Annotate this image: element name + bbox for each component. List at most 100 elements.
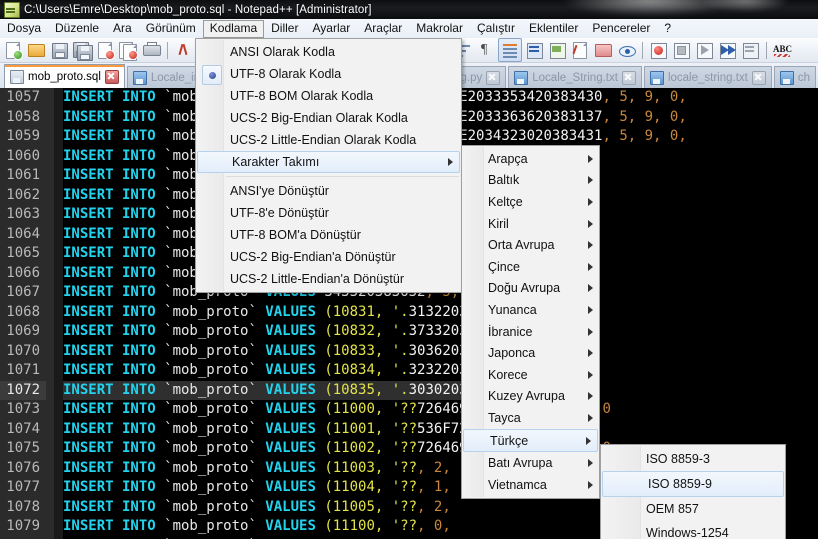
menu-pencereler[interactable]: Pencereler bbox=[585, 20, 657, 38]
menu-item-bati-avrupa[interactable]: Batı Avrupa bbox=[462, 452, 599, 474]
close-icon[interactable] bbox=[621, 70, 636, 85]
menu-item-convert-ucs2-be[interactable]: UCS-2 Big-Endian'a Dönüştür bbox=[196, 246, 461, 268]
code-text: INSERT INTO `mob_proto` VALUES (11005, '… bbox=[63, 498, 451, 515]
doc-map-icon[interactable] bbox=[546, 39, 568, 61]
spell-check-icon[interactable]: ABC bbox=[771, 39, 793, 61]
chevron-right-icon bbox=[588, 459, 593, 468]
turkish-charset-submenu[interactable]: ISO 8859-3 ISO 8859-9 OEM 857 Windows-12… bbox=[600, 444, 786, 539]
save-macro-icon[interactable] bbox=[739, 39, 761, 61]
line-number: 1073 bbox=[6, 401, 40, 417]
close-all-icon[interactable] bbox=[117, 39, 139, 61]
line-number: 1070 bbox=[6, 342, 40, 359]
menu-item-baltik[interactable]: Baltık bbox=[462, 170, 599, 192]
show-all-chars-icon[interactable]: ¶ bbox=[475, 39, 497, 61]
code-line: 1071 INSERT INTO `mob_proto` VALUES (1083… bbox=[0, 361, 818, 381]
chevron-right-icon bbox=[588, 480, 593, 489]
code-line: 1074 INSERT INTO `mob_proto` VALUES (1100… bbox=[0, 420, 818, 440]
menu-gorunum[interactable]: Görünüm bbox=[139, 20, 203, 38]
menu-ayarlar[interactable]: Ayarlar bbox=[305, 20, 357, 38]
open-file-icon[interactable] bbox=[25, 39, 47, 61]
close-icon[interactable] bbox=[104, 69, 119, 84]
menu-item-label: Vietnamca bbox=[488, 477, 547, 492]
menu-eklentiler[interactable]: Eklentiler bbox=[522, 20, 585, 38]
menu-item-label: Kiril bbox=[488, 216, 509, 231]
fast-playback-icon[interactable] bbox=[716, 39, 738, 61]
menu-item-turkce[interactable]: Türkçe bbox=[463, 428, 598, 453]
menu-item-iso-8859-9[interactable]: ISO 8859-9 bbox=[602, 471, 784, 497]
menu-item-yunanca[interactable]: Yunanca bbox=[462, 299, 599, 321]
menu-calistir[interactable]: Çalıştır bbox=[470, 20, 522, 38]
chevron-right-icon bbox=[588, 349, 593, 358]
menu-item-label: Türkçe bbox=[490, 433, 529, 448]
menu-item-encode-ucs2-be[interactable]: UCS-2 Big-Endian Olarak Kodla bbox=[196, 107, 461, 129]
notepad-plus-plus-window: C:\Users\Emre\Desktop\mob_proto.sql - No… bbox=[0, 0, 818, 539]
menu-item-convert-ucs2-le[interactable]: UCS-2 Little-Endian'a Dönüştür bbox=[196, 268, 461, 290]
menu-item-encode-utf8-bom[interactable]: UTF-8 BOM Olarak Kodla bbox=[196, 85, 461, 107]
line-number: 1067 bbox=[6, 284, 40, 300]
menu-item-encode-utf8[interactable]: UTF-8 Olarak Kodla bbox=[196, 63, 461, 85]
close-icon[interactable] bbox=[751, 70, 766, 85]
encoding-menu[interactable]: ANSI Olarak Kodla UTF-8 Olarak Kodla UTF… bbox=[195, 38, 462, 293]
close-file-icon[interactable] bbox=[94, 39, 116, 61]
menu-dosya[interactable]: Dosya bbox=[0, 20, 48, 38]
menu-item-orta-avrupa[interactable]: Orta Avrupa bbox=[462, 234, 599, 256]
tab-locale-string-txt[interactable]: Locale_String.txt bbox=[508, 66, 642, 88]
menu-item-windows-1254[interactable]: Windows-1254 bbox=[601, 521, 785, 539]
menu-araclar[interactable]: Araçlar bbox=[357, 20, 409, 38]
chevron-right-icon bbox=[588, 262, 593, 271]
menu-item-label: Yunanca bbox=[488, 302, 537, 317]
menu-item-label: Çince bbox=[488, 259, 520, 274]
menu-makrolar[interactable]: Makrolar bbox=[409, 20, 470, 38]
menu-item-tayca[interactable]: Tayca bbox=[462, 407, 599, 429]
menu-item-convert-ansi[interactable]: ANSI'ye Dönüştür bbox=[196, 180, 461, 202]
play-macro-icon[interactable] bbox=[693, 39, 715, 61]
menu-item-label: OEM 857 bbox=[646, 502, 699, 516]
menu-item-encode-ucs2-le[interactable]: UCS-2 Little-Endian Olarak Kodla bbox=[196, 129, 461, 151]
menu-item-convert-utf8-bom[interactable]: UTF-8 BOM'a Dönüştür bbox=[196, 224, 461, 246]
menu-item-kuzey-avrupa[interactable]: Kuzey Avrupa bbox=[462, 386, 599, 408]
chevron-right-icon bbox=[588, 176, 593, 185]
menu-item-cince[interactable]: Çince bbox=[462, 256, 599, 278]
menu-item-ibranice[interactable]: İbranice bbox=[462, 321, 599, 343]
line-number: 1059 bbox=[6, 128, 40, 144]
menu-item-convert-utf8[interactable]: UTF-8'e Dönüştür bbox=[196, 202, 461, 224]
menu-duzenle[interactable]: Düzenle bbox=[48, 20, 106, 38]
menu-kodlama[interactable]: Kodlama bbox=[202, 19, 265, 38]
tab-locale-string-txt-2[interactable]: locale_string.txt bbox=[643, 66, 772, 88]
new-file-icon[interactable] bbox=[2, 39, 24, 61]
title-bar-glare-2 bbox=[700, 0, 790, 12]
stop-record-icon[interactable] bbox=[670, 39, 692, 61]
save-icon[interactable] bbox=[48, 39, 70, 61]
menu-help[interactable]: ? bbox=[657, 20, 678, 38]
menu-diller[interactable]: Diller bbox=[264, 20, 305, 38]
monitoring-icon[interactable] bbox=[615, 39, 637, 61]
folder-as-workspace-icon[interactable] bbox=[592, 39, 614, 61]
menu-item-oem-857[interactable]: OEM 857 bbox=[601, 497, 785, 521]
indent-guide-icon[interactable] bbox=[498, 38, 522, 62]
close-icon[interactable] bbox=[486, 70, 501, 85]
record-macro-icon[interactable] bbox=[647, 39, 669, 61]
menu-item-encode-ansi[interactable]: ANSI Olarak Kodla bbox=[196, 41, 461, 63]
menu-item-character-set[interactable]: Karakter Takımı bbox=[197, 151, 460, 173]
cut-icon[interactable] bbox=[172, 39, 194, 61]
menu-item-vietnamca[interactable]: Vietnamca bbox=[462, 474, 599, 496]
character-set-submenu[interactable]: Arapça Baltık Keltçe Kiril Orta Avrupa Ç… bbox=[461, 145, 600, 499]
menu-item-arapca[interactable]: Arapça bbox=[462, 148, 599, 170]
chevron-right-icon bbox=[588, 370, 593, 379]
tab-mob-proto-sql[interactable]: mob_proto.sql bbox=[4, 64, 125, 88]
function-list-icon[interactable] bbox=[569, 39, 591, 61]
menu-item-label: Batı Avrupa bbox=[488, 456, 553, 471]
menu-item-keltce[interactable]: Keltçe bbox=[462, 191, 599, 213]
menu-item-japonca[interactable]: Japonca bbox=[462, 342, 599, 364]
menu-item-kiril[interactable]: Kiril bbox=[462, 213, 599, 235]
menu-item-iso-8859-3[interactable]: ISO 8859-3 bbox=[601, 447, 785, 471]
tab-ch[interactable]: ch bbox=[773, 66, 816, 88]
line-number: 1058 bbox=[6, 108, 40, 125]
user-defined-dialog-icon[interactable] bbox=[523, 39, 545, 61]
radio-checked-icon bbox=[202, 65, 222, 85]
menu-item-korece[interactable]: Korece bbox=[462, 364, 599, 386]
menu-ara[interactable]: Ara bbox=[106, 20, 139, 38]
menu-item-dogu-avrupa[interactable]: Doğu Avrupa bbox=[462, 278, 599, 300]
print-icon[interactable] bbox=[140, 39, 162, 61]
save-all-icon[interactable] bbox=[71, 39, 93, 61]
